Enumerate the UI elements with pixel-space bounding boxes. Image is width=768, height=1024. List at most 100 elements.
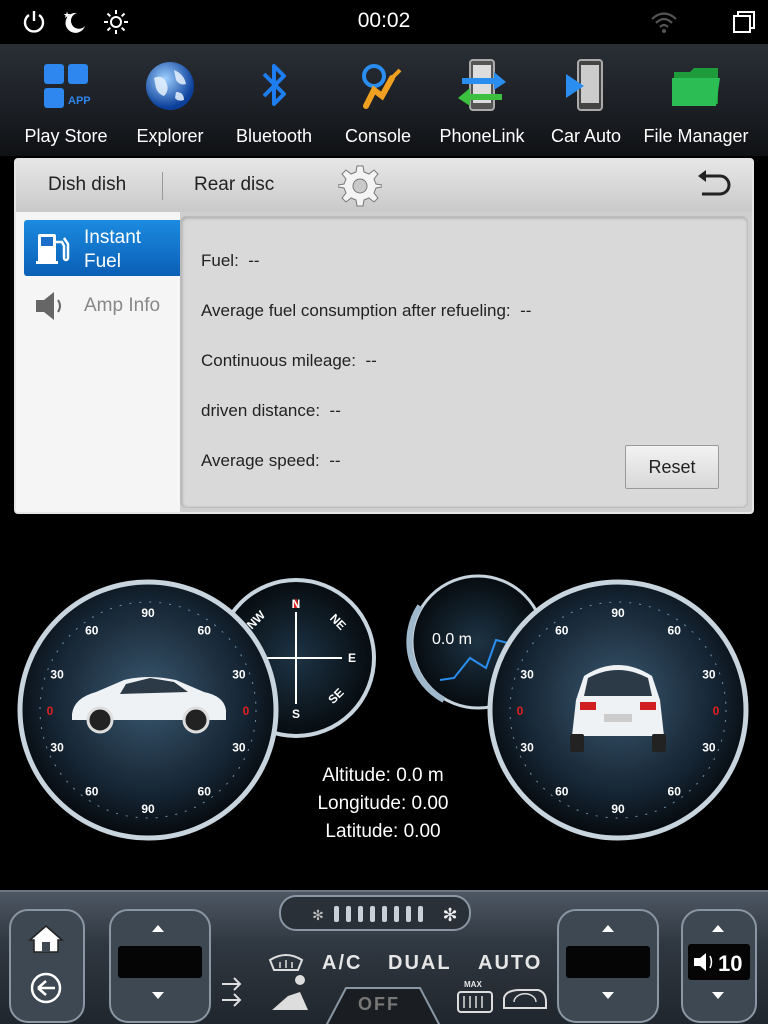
back-icon[interactable] [694, 168, 734, 204]
left-gauge-tick-label: 60 [198, 624, 212, 638]
row-value: -- [365, 351, 377, 370]
sidebar-label-line1: Instant [84, 227, 142, 248]
right-gauge-tick-label: 30 [702, 741, 716, 755]
dual-button[interactable]: DUAL [388, 952, 452, 975]
right-gauge-tick-label: 60 [555, 784, 569, 798]
left-gauge-tick-label: 0 [47, 704, 54, 718]
globe-icon [146, 62, 194, 110]
compass-n: N [292, 597, 301, 611]
average-speed-row: Average speed: -- [201, 451, 341, 471]
right-gauge-tick-label: 0 [713, 704, 720, 718]
dock-item-phonelink[interactable]: PhoneLink [428, 44, 536, 156]
row-value: -- [248, 251, 260, 270]
sidebar-item-amp-info[interactable]: Amp Info [24, 278, 180, 334]
right-gauge-tick-label: 60 [668, 624, 682, 638]
climate-bar: ✻ ✻ A/C DUAL AUTO OFF MAX 10 [0, 890, 768, 1024]
left-gauge-tick-label: 60 [85, 624, 99, 638]
altitude-label: Altitude: 0.0 m [322, 765, 444, 786]
wifi-icon [651, 12, 677, 33]
compass-e: E [348, 651, 356, 665]
fan-high-icon: ✻ [442, 905, 457, 926]
dashboard: N NE E SE S NW 0.0 m 90 60 60 30 30 0 0 30 30 60 6… [0, 530, 768, 890]
left-gauge-tick-label: 90 [141, 606, 155, 620]
longitude-label: Longitude: 0.00 [317, 793, 449, 814]
status-bar: ★ 00:02 [0, 0, 768, 44]
dock-item-console[interactable]: Console [324, 44, 432, 156]
recirculation-icon[interactable] [503, 989, 547, 1009]
svg-text:APP: APP [68, 95, 91, 107]
max-defrost-label: MAX [464, 980, 482, 989]
left-gauge-tick-label: 30 [232, 667, 246, 681]
dock-item-play-store[interactable]: APP Play Store [12, 44, 120, 156]
tab-dish-dish[interactable]: Dish dish [48, 174, 126, 196]
row-label: Fuel: [201, 251, 239, 270]
bluetooth-icon [262, 64, 286, 106]
fuel-row: Fuel: -- [201, 251, 260, 271]
right-gauge-tick-label: 90 [611, 802, 625, 816]
tab-rear-disc[interactable]: Rear disc [194, 174, 274, 196]
dock-item-car-auto[interactable]: Car Auto [532, 44, 640, 156]
sidebar-item-label: Instant Fuel [84, 226, 141, 274]
sidebar-item-instant-fuel[interactable]: Instant Fuel [24, 220, 180, 276]
right-gauge-tick-label: 30 [520, 741, 534, 755]
altimeter-reading: 0.0 m [432, 631, 472, 648]
dock-label: Console [344, 126, 412, 146]
avg-fuel-consumption-row: Average fuel consumption after refueling… [201, 301, 531, 321]
app-dock: APP Play Store Explorer Bluetooth Consol… [0, 44, 768, 156]
off-label: OFF [358, 994, 400, 1014]
fan-low-icon: ✻ [312, 908, 324, 924]
left-gauge-tick-label: 60 [85, 784, 99, 798]
recent-apps-icon[interactable] [730, 8, 758, 36]
ac-button[interactable]: A/C [322, 952, 362, 975]
right-gauge-tick-label: 90 [611, 606, 625, 620]
left-gauge-tick-label: 30 [50, 741, 64, 755]
dock-item-file-manager[interactable]: File Manager [642, 44, 750, 156]
row-label: Continuous mileage: [201, 351, 356, 370]
left-gauge-tick-label: 90 [141, 802, 155, 816]
volume-value: 10 [718, 951, 743, 976]
dock-label: File Manager [643, 126, 749, 146]
gps-info: Altitude: 0.0 m Longitude: 0.00 Latitude… [268, 762, 498, 846]
compass-s: S [292, 707, 300, 721]
gear-icon[interactable] [338, 164, 382, 208]
front-defrost-icon[interactable] [268, 954, 304, 971]
left-gauge-tick-label: 30 [232, 741, 246, 755]
dock-label: Car Auto [550, 126, 622, 146]
tab-bar: Dish dish Rear disc [16, 160, 752, 212]
right-gauge-tick-label: 0 [517, 704, 524, 718]
left-gauge-tick-label: 0 [243, 704, 250, 718]
sidebar-item-label: Amp Info [84, 295, 161, 316]
airflow-direction-icon[interactable] [222, 977, 242, 1007]
row-label: Average fuel consumption after refueling… [201, 301, 511, 320]
tab-divider [162, 172, 163, 200]
right-gauge-tick-label: 30 [520, 667, 534, 681]
right-gauge: 90 60 60 30 30 0 0 30 30 60 60 90 [487, 579, 749, 841]
row-label: driven distance: [201, 401, 321, 420]
dock-label: Explorer [136, 126, 204, 146]
dock-label: Bluetooth [235, 126, 313, 146]
rear-defrost-icon[interactable] [457, 991, 493, 1013]
app-store-icon: APP [44, 64, 91, 108]
dock-item-bluetooth[interactable]: Bluetooth [220, 44, 328, 156]
car-auto-icon [566, 59, 603, 111]
row-value: -- [329, 451, 341, 470]
right-gauge-tick-label: 60 [555, 624, 569, 638]
folder-icon [672, 68, 720, 106]
row-value: -- [520, 301, 532, 320]
car-info-panel: Dish dish Rear disc Instant Fuel Amp Inf… [14, 158, 754, 514]
left-gauge-tick-label: 60 [198, 784, 212, 798]
row-value: -- [329, 401, 341, 420]
reset-button[interactable]: Reset [625, 445, 719, 489]
dock-item-explorer[interactable]: Explorer [116, 44, 224, 156]
continuous-mileage-row: Continuous mileage: -- [201, 351, 377, 371]
dock-label: PhoneLink [439, 126, 525, 146]
auto-button[interactable]: AUTO [478, 952, 542, 975]
left-gauge: 90 60 60 30 30 0 0 30 30 60 60 90 [17, 579, 279, 841]
driven-distance-row: driven distance: -- [201, 401, 341, 421]
right-gauge-tick-label: 60 [668, 784, 682, 798]
right-temp-display [566, 946, 650, 978]
seat-icon[interactable] [272, 975, 308, 1010]
console-icon [362, 64, 402, 109]
left-gauge-tick-label: 30 [50, 667, 64, 681]
latitude-label: Latitude: 0.00 [325, 821, 441, 842]
